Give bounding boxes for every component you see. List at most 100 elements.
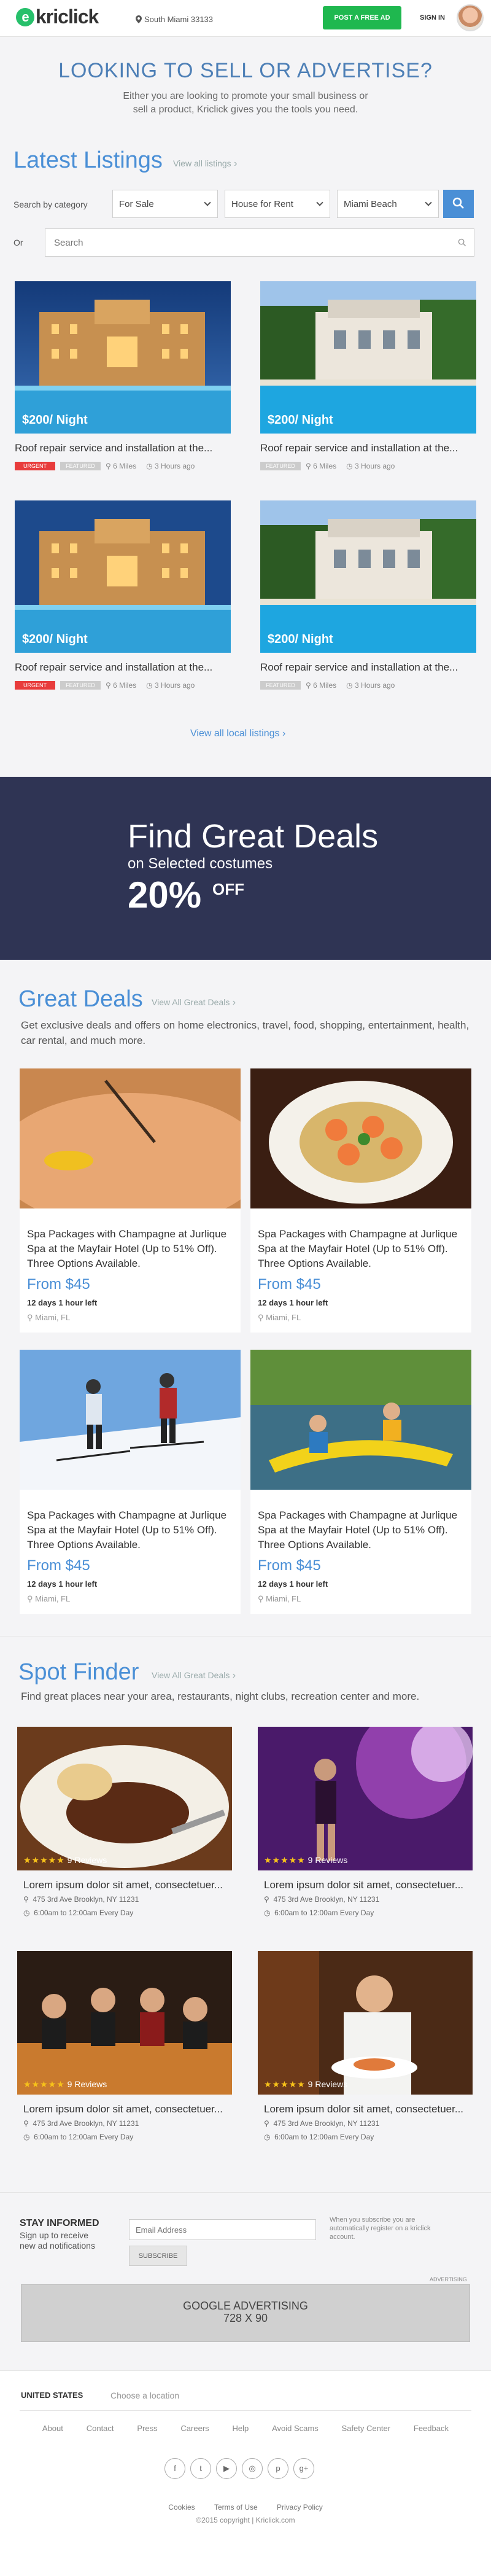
spot-rating: ★★★★★ 9 Reviews: [264, 2079, 347, 2090]
promo-banner[interactable]: Find Great Deals on Selected costumes 20…: [0, 777, 491, 960]
spot-address-text: 475 3rd Ave Brooklyn, NY 11231: [33, 1895, 139, 1904]
area-select[interactable]: Miami Beach: [337, 190, 439, 218]
spot-card[interactable]: ★★★★★ 9 Reviews Lorem ipsum dolor sit am…: [258, 1951, 473, 2154]
privacy-link[interactable]: Privacy Policy: [277, 2503, 323, 2512]
choose-location-link[interactable]: Choose a location: [110, 2391, 179, 2400]
subcategory-select[interactable]: House for Rent: [225, 190, 330, 218]
map-pin-icon: ⚲: [306, 462, 311, 470]
spot-hours-text: 6:00am to 12:00am Every Day: [274, 2133, 374, 2141]
listing-price: $200/ Night: [268, 632, 333, 646]
deal-title[interactable]: Spa Packages with Champagne at Jurlique …: [258, 1508, 466, 1552]
deal-card[interactable]: Spa Packages with Champagne at Jurlique …: [20, 1068, 241, 1333]
listing-title[interactable]: Roof repair service and installation at …: [260, 442, 476, 454]
listing-time: 3 Hours ago: [354, 681, 395, 690]
map-pin-icon: ⚲: [264, 2119, 269, 2128]
spot-rating: ★★★★★ 9 Reviews: [23, 1855, 107, 1866]
spot-title[interactable]: Lorem ipsum dolor sit amet, consectetuer…: [264, 1879, 463, 1891]
footer-link-press[interactable]: Press: [137, 2424, 157, 2433]
kriclick-logo[interactable]: e kriclick: [16, 6, 99, 28]
footer-link-contact[interactable]: Contact: [87, 2424, 114, 2433]
listing-price: $200/ Night: [268, 413, 333, 427]
deal-title[interactable]: Spa Packages with Champagne at Jurlique …: [258, 1227, 466, 1271]
spot-rating: ★★★★★ 9 Reviews: [264, 1855, 347, 1866]
map-pin-icon: ⚲: [306, 681, 311, 690]
listing-card[interactable]: $200/ Night Roof repair service and inst…: [15, 281, 231, 472]
google-plus-icon[interactable]: g+: [293, 2458, 314, 2479]
search-input[interactable]: [45, 228, 474, 257]
spot-address: ⚲ 475 3rd Ave Brooklyn, NY 11231: [264, 1895, 379, 1904]
listing-card[interactable]: $200/ Night Roof repair service and inst…: [15, 500, 231, 691]
deal-location: ⚲ Miami, FL: [258, 1594, 301, 1604]
chevron-down-icon: [316, 199, 323, 206]
listing-title[interactable]: Roof repair service and installation at …: [15, 442, 231, 454]
sign-in-link[interactable]: SIGN IN: [420, 14, 445, 21]
listing-card[interactable]: $200/ Night Roof repair service and inst…: [260, 281, 476, 472]
map-pin-icon: [136, 15, 142, 23]
deal-time-left: 12 days 1 hour left: [258, 1298, 328, 1307]
spot-address-text: 475 3rd Ave Brooklyn, NY 11231: [273, 1895, 380, 1904]
spot-card[interactable]: ★★★★★ 9 Reviews Lorem ipsum dolor sit am…: [17, 1951, 232, 2154]
urgent-tag: URGENT: [15, 681, 55, 690]
spot-image: ★★★★★ 9 Reviews: [17, 1951, 232, 2095]
subscribe-button[interactable]: SUBSCRIBE: [129, 2246, 187, 2266]
category-select[interactable]: For Sale: [112, 190, 218, 218]
footer-link-about[interactable]: About: [42, 2424, 63, 2433]
spot-image: ★★★★★ 9 Reviews: [258, 1951, 473, 2095]
youtube-icon[interactable]: ▶: [216, 2458, 237, 2479]
google-ad-slot[interactable]: GOOGLE ADVERTISING 728 X 90: [21, 2284, 470, 2342]
deal-title[interactable]: Spa Packages with Champagne at Jurlique …: [27, 1508, 236, 1552]
post-free-ad-button[interactable]: POST A FREE AD: [323, 6, 401, 29]
spot-card[interactable]: ★★★★★ 9 Reviews Lorem ipsum dolor sit am…: [258, 1727, 473, 1929]
restaurant-people-image: [17, 1951, 232, 2095]
deal-location-text: Miami, FL: [35, 1594, 71, 1603]
location-selector[interactable]: South Miami 33133: [136, 15, 213, 24]
listing-card[interactable]: $200/ Night Roof repair service and inst…: [260, 500, 476, 691]
hero-subtitle: Either you are looking to promote your s…: [123, 91, 368, 115]
deal-title[interactable]: Spa Packages with Champagne at Jurlique …: [27, 1227, 236, 1271]
cookies-link[interactable]: Cookies: [168, 2503, 195, 2512]
view-all-local-listings-link[interactable]: View all local listings: [190, 728, 285, 739]
twitter-icon[interactable]: t: [190, 2458, 211, 2479]
view-all-listings-link[interactable]: View all listings: [173, 158, 237, 169]
deal-card[interactable]: Spa Packages with Champagne at Jurlique …: [250, 1068, 471, 1333]
email-field[interactable]: [129, 2219, 316, 2240]
spot-title[interactable]: Lorem ipsum dolor sit amet, consectetuer…: [264, 2103, 463, 2115]
user-avatar[interactable]: [457, 4, 484, 31]
spot-finder-description: Find great places near your area, restau…: [21, 1691, 420, 1702]
latest-listings-title: Latest Listings: [14, 147, 163, 173]
deal-image: [20, 1350, 241, 1490]
spot-reviews[interactable]: 9 Reviews: [308, 1855, 348, 1865]
spot-reviews[interactable]: 9 Reviews: [308, 2079, 348, 2089]
clock-icon: ◷: [346, 462, 353, 470]
view-all-spots-link[interactable]: View All Great Deals: [152, 1670, 236, 1681]
terms-link[interactable]: Terms of Use: [214, 2503, 258, 2512]
search-button[interactable]: [443, 190, 474, 218]
deal-card[interactable]: Spa Packages with Champagne at Jurlique …: [20, 1350, 241, 1614]
deal-card[interactable]: Spa Packages with Champagne at Jurlique …: [250, 1350, 471, 1614]
pinterest-icon[interactable]: p: [268, 2458, 288, 2479]
featured-tag: FEATURED: [60, 462, 101, 470]
spot-image: ★★★★★ 9 Reviews: [258, 1727, 473, 1870]
instagram-icon[interactable]: ◎: [242, 2458, 263, 2479]
spot-reviews[interactable]: 9 Reviews: [68, 1855, 107, 1865]
listing-title[interactable]: Roof repair service and installation at …: [15, 661, 231, 674]
footer-link-safety-center[interactable]: Safety Center: [342, 2424, 391, 2433]
or-label: Or: [14, 238, 23, 247]
listing-title[interactable]: Roof repair service and installation at …: [260, 661, 476, 674]
footer: UNITED STATES Choose a location About Co…: [0, 2370, 491, 2576]
footer-link-avoid-scams[interactable]: Avoid Scams: [272, 2424, 319, 2433]
listing-meta: FEATURED ⚲ 6 Miles ◷ 3 Hours ago: [260, 680, 476, 691]
spot-title[interactable]: Lorem ipsum dolor sit amet, consectetuer…: [23, 2103, 223, 2115]
clock-icon: ◷: [264, 1909, 271, 1917]
footer-link-careers[interactable]: Careers: [180, 2424, 209, 2433]
spot-card[interactable]: ★★★★★ 9 Reviews Lorem ipsum dolor sit am…: [17, 1727, 232, 1929]
listing-image: $200/ Night: [15, 281, 231, 434]
facebook-icon[interactable]: f: [164, 2458, 185, 2479]
logo-text: kriclick: [36, 6, 99, 28]
footer-link-feedback[interactable]: Feedback: [414, 2424, 449, 2433]
star-rating-icon: ★★★★★: [23, 1855, 65, 1865]
view-all-great-deals-link[interactable]: View All Great Deals: [152, 997, 236, 1008]
spot-title[interactable]: Lorem ipsum dolor sit amet, consectetuer…: [23, 1879, 223, 1891]
spot-reviews[interactable]: 9 Reviews: [68, 2079, 107, 2089]
footer-link-help[interactable]: Help: [233, 2424, 249, 2433]
